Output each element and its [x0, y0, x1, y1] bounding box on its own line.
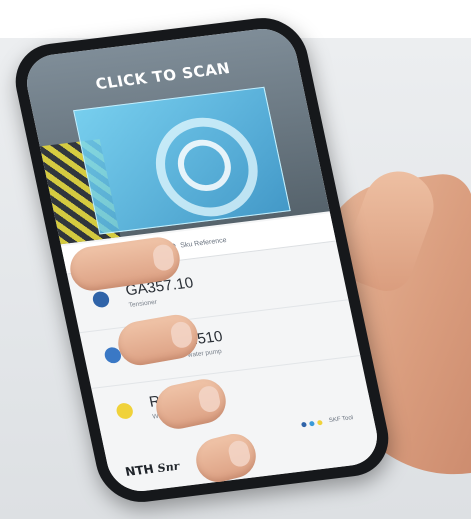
search-label: Sku Reference — [179, 236, 228, 250]
brand-name: NTH — [123, 461, 156, 479]
scan-box[interactable] — [73, 86, 291, 235]
status-dot — [115, 402, 135, 420]
pager-dot — [316, 419, 323, 425]
scan-hero[interactable]: CLICK TO SCAN — [21, 25, 330, 245]
fingernail — [169, 320, 194, 350]
status-dot — [91, 290, 111, 309]
fingernail — [226, 438, 253, 469]
fingernail — [196, 384, 222, 414]
pager[interactable]: SKF Tool — [300, 415, 354, 427]
brand-script: Snr — [156, 459, 181, 476]
pager-dot — [308, 420, 315, 426]
pager-dot — [300, 421, 307, 427]
brand-logo: NTHSnr — [124, 459, 181, 479]
pager-label: SKF Tool — [328, 415, 354, 424]
fingernail — [151, 243, 176, 272]
